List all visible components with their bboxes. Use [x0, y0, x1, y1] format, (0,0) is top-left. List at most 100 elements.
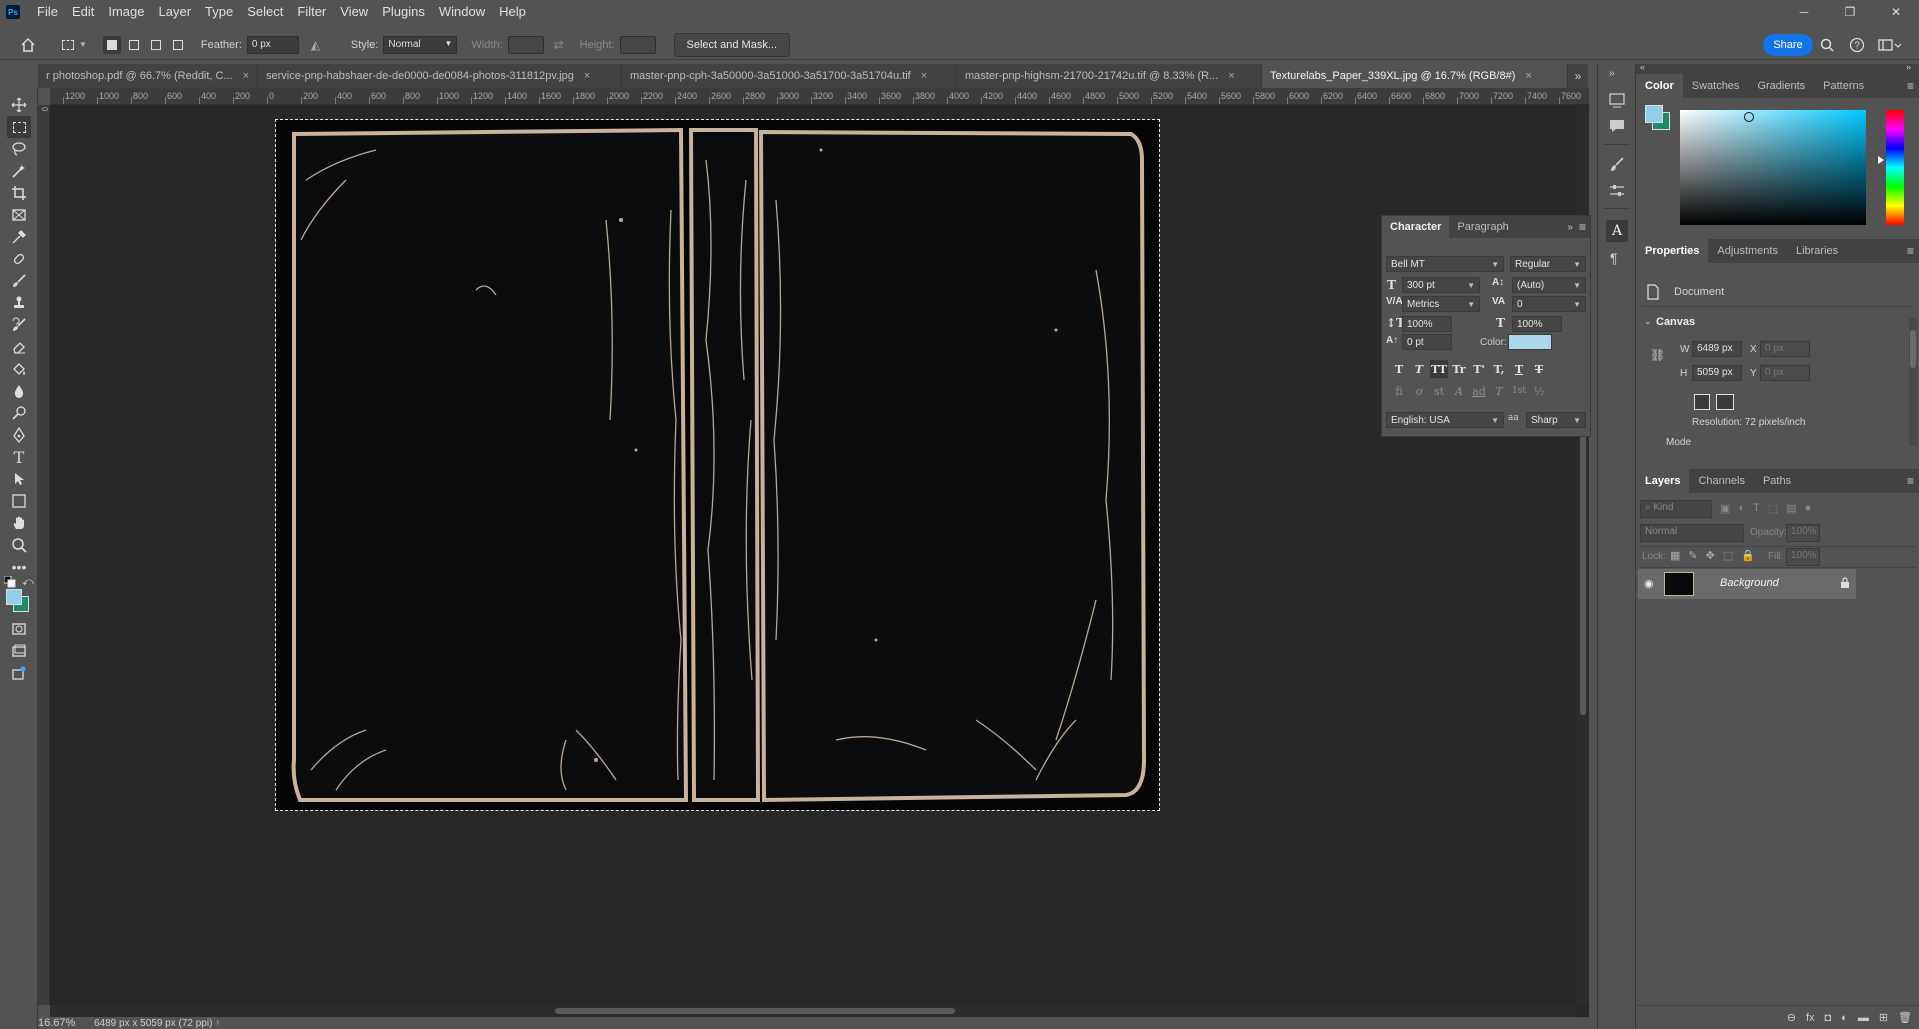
kerning-select[interactable]: Metrics ▼	[1402, 296, 1480, 312]
all-caps-button[interactable]: TT	[1430, 360, 1448, 378]
menu-view[interactable]: View	[333, 0, 375, 24]
close-icon[interactable]: ×	[1228, 70, 1234, 82]
ligatures-button[interactable]: fi	[1390, 382, 1408, 400]
superscript-button[interactable]: T'	[1470, 360, 1488, 378]
tab-doc-2[interactable]: service-pnp-habshaer-de-de0000-de0084-ph…	[258, 64, 622, 88]
hue-slider[interactable]	[1886, 110, 1904, 225]
close-icon[interactable]: ×	[921, 70, 927, 82]
delete-layer-icon[interactable]: 🗑	[1898, 1011, 1912, 1024]
swap-colors-icon[interactable]: ⤺	[22, 576, 34, 589]
tab-character[interactable]: Character	[1382, 216, 1450, 238]
close-icon[interactable]: ×	[584, 70, 590, 82]
tab-paragraph[interactable]: Paragraph	[1449, 216, 1516, 238]
layer-style-icon[interactable]: fx	[1806, 1012, 1815, 1024]
panel-menu-icon[interactable]: ≡	[1907, 244, 1914, 258]
chevron-right-icon[interactable]: ›	[216, 1017, 219, 1028]
panel-menu-icon[interactable]: ≡	[1907, 79, 1914, 93]
lock-artboard-icon[interactable]: ⬚	[1723, 549, 1733, 562]
crop-tool-icon[interactable]	[7, 182, 31, 204]
adjustment-layer-icon[interactable]: ◐	[1841, 1012, 1848, 1024]
faux-italic-button[interactable]: T	[1410, 360, 1428, 378]
font-family-select[interactable]: Bell MT ▼	[1386, 256, 1504, 272]
horizontal-scrollbar[interactable]	[50, 1005, 1577, 1017]
lock-icon[interactable]	[1840, 577, 1850, 592]
color-picker-cursor[interactable]	[1744, 112, 1754, 122]
menu-image[interactable]: Image	[101, 0, 151, 24]
add-selection-button[interactable]	[125, 36, 143, 54]
text-color-swatch[interactable]	[1508, 334, 1552, 350]
stylistic-alternates-button[interactable]: ad	[1470, 382, 1488, 400]
new-selection-button[interactable]	[102, 35, 121, 54]
adjustments-sliders-icon[interactable]	[1608, 182, 1626, 203]
foreground-color-swatch[interactable]	[1645, 105, 1663, 123]
subtract-selection-button[interactable]	[147, 36, 165, 54]
tab-channels[interactable]: Channels	[1689, 469, 1753, 493]
layer-row[interactable]: ◉ Background	[1638, 569, 1856, 599]
panel-menu-icon[interactable]: ≡	[1579, 220, 1590, 234]
visibility-eye-icon[interactable]: ◉	[1644, 577, 1654, 590]
menu-layer[interactable]: Layer	[152, 0, 199, 24]
more-tools-icon[interactable]: •••	[7, 556, 31, 578]
filter-toggle-icon[interactable]: ●	[1805, 502, 1812, 515]
screen-mode-icon[interactable]	[7, 640, 31, 662]
chevron-down-icon[interactable]: ⌄	[1644, 316, 1652, 327]
move-tool-icon[interactable]	[7, 94, 31, 116]
select-and-mask-button[interactable]: Select and Mask...	[673, 32, 791, 57]
shape-tool-icon[interactable]	[7, 490, 31, 512]
intersect-selection-button[interactable]	[169, 36, 187, 54]
baseline-shift-input[interactable]: 0 pt	[1402, 334, 1452, 350]
canvas-width-input[interactable]: 6489 px	[1692, 341, 1742, 357]
lock-all-icon[interactable]: 🔒	[1741, 549, 1755, 562]
vertical-ruler[interactable]: 0	[38, 105, 50, 1005]
pixel-filter-icon[interactable]: ▣	[1720, 502, 1730, 515]
tab-adjustments[interactable]: Adjustments	[1708, 239, 1787, 263]
menu-plugins[interactable]: Plugins	[375, 0, 432, 24]
link-layers-icon[interactable]: ⊖	[1787, 1011, 1796, 1024]
subscript-button[interactable]: T,	[1490, 360, 1508, 378]
menu-select[interactable]: Select	[240, 0, 290, 24]
fractions-button[interactable]: ½	[1530, 382, 1548, 400]
document-canvas[interactable]	[275, 119, 1160, 811]
smart-object-filter-icon[interactable]: ▤	[1786, 502, 1796, 515]
style-select[interactable]: Normal ▼	[383, 35, 458, 54]
tab-swatches[interactable]: Swatches	[1683, 74, 1749, 98]
share-button[interactable]: Share	[1763, 34, 1813, 56]
menu-filter[interactable]: Filter	[290, 0, 333, 24]
marquee-preset-picker[interactable]: ▼	[62, 39, 87, 50]
swash-button[interactable]: A	[1450, 382, 1468, 400]
paint-bucket-tool-icon[interactable]	[7, 358, 31, 380]
layer-name[interactable]: Background	[1720, 577, 1779, 589]
old-style-button[interactable]: ơ	[1410, 382, 1428, 400]
lock-transparent-icon[interactable]: ▦	[1670, 549, 1680, 562]
hue-slider-handle[interactable]	[1878, 156, 1884, 164]
swap-icon[interactable]: ⇄	[554, 38, 564, 52]
help-icon[interactable]: ?	[1848, 36, 1866, 54]
horizontal-ruler[interactable]: 1200 1000 800 600 400 200 0 200 400 600 800 1000 120…	[50, 88, 1589, 105]
tab-properties[interactable]: Properties	[1636, 239, 1709, 263]
portrait-orientation-icon[interactable]	[1694, 394, 1710, 410]
height-input[interactable]	[619, 35, 656, 54]
zoom-tool-icon[interactable]	[7, 534, 31, 556]
collapse-arrows-icon[interactable]: »	[1567, 222, 1579, 233]
small-caps-button[interactable]: Tr	[1450, 360, 1468, 378]
magic-wand-tool-icon[interactable]	[7, 160, 31, 182]
tab-doc-3[interactable]: master-pnp-cph-3a50000-3a51000-3a51700-3…	[622, 64, 957, 88]
color-picker-field[interactable]	[1680, 110, 1866, 225]
new-layer-icon[interactable]: ⊞	[1879, 1011, 1888, 1024]
panel-menu-icon[interactable]: ≡	[1907, 474, 1914, 488]
type-tool-icon[interactable]: T	[7, 446, 31, 468]
tab-libraries[interactable]: Libraries	[1787, 239, 1847, 263]
edit-toolbar-icon[interactable]	[7, 662, 31, 684]
tabs-overflow-icon[interactable]: »	[1568, 64, 1588, 88]
horizontal-scroll-thumb[interactable]	[555, 1008, 955, 1014]
canvas-area[interactable]	[50, 105, 1589, 1017]
canvas-x-input[interactable]: 0 px	[1760, 341, 1810, 357]
strikethrough-button[interactable]: T	[1530, 360, 1548, 378]
anti-alias-icon[interactable]: ◭	[311, 38, 329, 52]
maximize-button[interactable]: ❐	[1827, 0, 1873, 24]
history-brush-tool-icon[interactable]	[7, 314, 31, 336]
menu-edit[interactable]: Edit	[65, 0, 101, 24]
type-filter-icon[interactable]: T	[1753, 502, 1760, 515]
hand-tool-icon[interactable]	[7, 512, 31, 534]
blend-mode-select[interactable]: Normal	[1640, 524, 1744, 542]
